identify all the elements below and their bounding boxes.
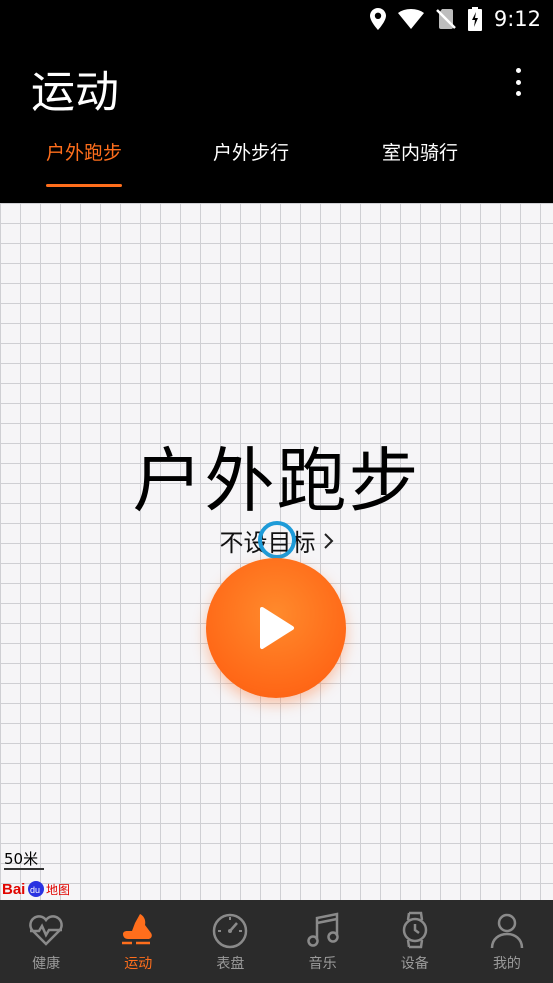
more-options-button[interactable]: [503, 62, 533, 102]
status-time: 9:12: [493, 7, 541, 31]
status-bar: 9:12: [0, 0, 553, 38]
baidu-map-logo: Bai du 地图: [2, 881, 70, 898]
sport-mode-tabs: 户外跑步 户外步行 室内骑行: [0, 130, 553, 203]
nav-item-sport[interactable]: 运动: [92, 900, 184, 983]
person-icon: [490, 913, 524, 949]
nav-label: 表盘: [216, 956, 245, 972]
nav-label: 健康: [32, 956, 61, 972]
tab-indicator: [46, 184, 122, 187]
sport-mode-title: 户外跑步: [132, 440, 421, 522]
app-bar: 运动: [0, 38, 553, 130]
location-icon: [369, 8, 386, 30]
no-sim-icon: [435, 9, 456, 29]
svg-text:du: du: [30, 885, 40, 895]
tab-outdoor-run[interactable]: 户外跑步: [46, 138, 122, 165]
page-title: 运动: [31, 67, 119, 118]
chevron-right-icon: [323, 532, 333, 549]
dial-icon: [213, 913, 248, 949]
start-button[interactable]: [206, 558, 346, 698]
svg-text:Bai: Bai: [2, 881, 25, 898]
nav-label: 设备: [400, 956, 429, 972]
heart-pulse-icon: [29, 915, 63, 946]
nav-label: 我的: [492, 956, 521, 972]
map-scale-bar: [4, 868, 44, 870]
more-dot-icon: [515, 68, 521, 73]
nav-label: 运动: [124, 956, 153, 972]
touch-indicator: [258, 521, 296, 559]
nav-item-music[interactable]: 音乐: [277, 900, 369, 983]
nav-item-profile[interactable]: 我的: [461, 900, 553, 983]
tab-indoor-cycling[interactable]: 室内骑行: [382, 138, 458, 165]
map-scale-label: 50米: [4, 850, 39, 868]
nav-item-device[interactable]: 设备: [369, 900, 461, 983]
wifi-icon: [397, 9, 424, 29]
map-view[interactable]: 户外跑步 不设目标 50米 Bai du 地图: [0, 203, 553, 900]
svg-text:地图: 地图: [46, 883, 70, 897]
music-note-icon: [306, 912, 339, 947]
watch-icon: [402, 911, 428, 949]
running-shoe-icon: [122, 914, 153, 945]
more-dot-icon: [515, 91, 521, 96]
nav-item-dial[interactable]: 表盘: [184, 900, 276, 983]
tab-outdoor-walk[interactable]: 户外步行: [213, 138, 289, 165]
nav-label: 音乐: [308, 956, 337, 972]
status-icons: 9:12: [369, 6, 541, 32]
bottom-navigation: 健康 运动 表盘 音乐 设备 我的: [0, 900, 553, 983]
play-icon: [260, 607, 294, 649]
nav-item-health[interactable]: 健康: [0, 900, 92, 983]
more-dot-icon: [515, 79, 521, 85]
battery-charging-icon: [467, 7, 482, 31]
